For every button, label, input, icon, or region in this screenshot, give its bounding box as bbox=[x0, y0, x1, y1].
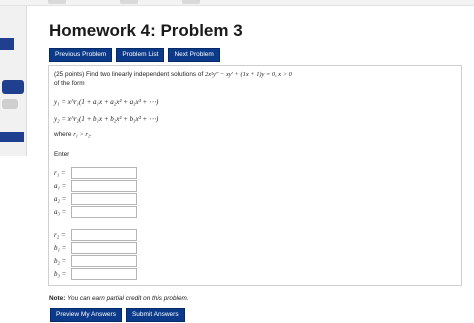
a3-label: a₃ = bbox=[54, 208, 67, 216]
problem-statement: (25 points) Find two linearly independen… bbox=[54, 71, 454, 88]
b2-input[interactable] bbox=[71, 255, 137, 267]
note-text: You can earn partial credit on this prob… bbox=[67, 295, 189, 302]
page-title: Homework 4: Problem 3 bbox=[49, 21, 243, 40]
a3-input[interactable] bbox=[71, 206, 137, 218]
previous-problem-button[interactable]: Previous Problem bbox=[49, 48, 113, 62]
problem-list-button[interactable]: Problem List bbox=[116, 48, 165, 62]
note-label: Note: bbox=[49, 295, 66, 302]
sidebar-item[interactable] bbox=[2, 80, 24, 94]
where-label: where bbox=[54, 131, 72, 138]
next-problem-button[interactable]: Next Problem bbox=[168, 48, 220, 62]
submit-answers-button[interactable]: Submit Answers bbox=[125, 308, 185, 322]
toolbar-tab[interactable] bbox=[182, 0, 200, 4]
toolbar-tab[interactable] bbox=[48, 0, 66, 4]
root-condition: r₁ > r₂. bbox=[73, 131, 92, 138]
r1-label: r₁ = bbox=[54, 169, 66, 177]
sidebar-item[interactable] bbox=[2, 99, 18, 109]
y2-series: y₂ = x^r₂(1 + b₁x + b₂x² + b₃x³ + ⋯) bbox=[54, 115, 159, 123]
submit-controls: Preview My Answers Submit Answers bbox=[50, 308, 185, 322]
b2-label: b₂ = bbox=[54, 257, 67, 265]
problem-body: (25 points) Find two linearly independen… bbox=[48, 65, 462, 286]
toolbar-tab[interactable] bbox=[120, 0, 138, 4]
of-the-form-label: of the form bbox=[54, 79, 85, 87]
preview-answers-button[interactable]: Preview My Answers bbox=[50, 308, 122, 322]
page: Homework 4: Problem 3 Previous Problem P… bbox=[0, 0, 474, 323]
a1-label: a₁ = bbox=[54, 182, 67, 190]
differential-equation: 2x²y″ − xy′ + (1x + 1)y = 0, x > 0 bbox=[205, 71, 292, 78]
y1-series: y₁ = x^r₁(1 + a₁x + a₂x² + a₃x³ + ⋯) bbox=[54, 98, 159, 106]
problem-intro: Find two linearly independent solutions … bbox=[85, 71, 204, 78]
where-condition: where r₁ > r₂. bbox=[54, 131, 92, 138]
partial-credit-note: Note: You can earn partial credit on thi… bbox=[49, 295, 189, 302]
a1-input[interactable] bbox=[71, 180, 137, 192]
top-toolbar bbox=[0, 0, 474, 6]
points-label: (25 points) bbox=[54, 71, 85, 78]
b1-input[interactable] bbox=[71, 242, 137, 254]
r1-input[interactable] bbox=[71, 167, 137, 179]
r2-label: r₂ = bbox=[54, 231, 66, 239]
problem-nav: Previous Problem Problem List Next Probl… bbox=[49, 48, 220, 62]
a2-input[interactable] bbox=[71, 193, 137, 205]
b3-input[interactable] bbox=[71, 268, 137, 280]
sidebar-item[interactable] bbox=[0, 132, 24, 142]
enter-label: Enter bbox=[54, 151, 70, 158]
b1-label: b₁ = bbox=[54, 244, 67, 252]
sidebar bbox=[0, 6, 27, 156]
b3-label: b₃ = bbox=[54, 270, 67, 278]
sidebar-item-active[interactable] bbox=[0, 38, 14, 50]
r2-input[interactable] bbox=[71, 229, 137, 241]
a2-label: a₂ = bbox=[54, 195, 67, 203]
